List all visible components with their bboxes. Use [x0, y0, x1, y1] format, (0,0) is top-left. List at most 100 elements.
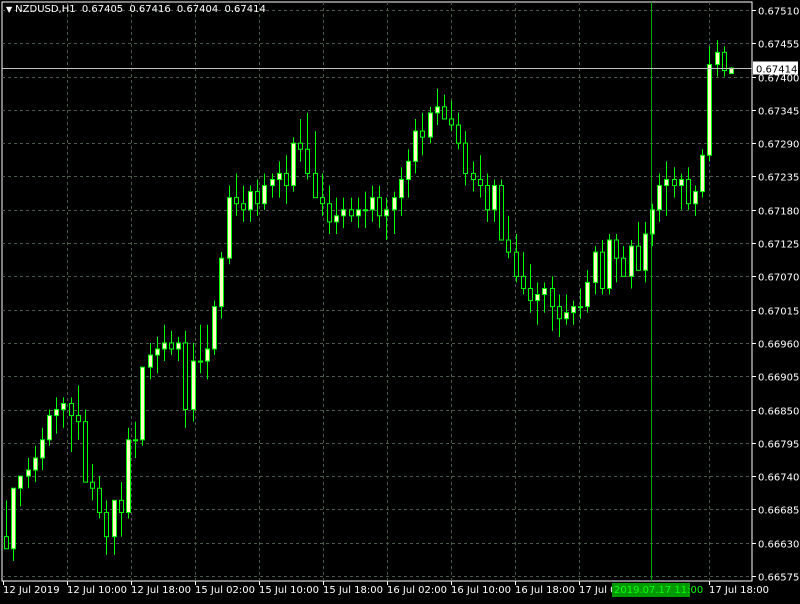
y-tick-label: 0.66850 — [758, 407, 799, 418]
candle-body — [291, 142, 296, 187]
candle-body — [528, 287, 533, 302]
plot-frame — [1, 1, 753, 582]
candle-body — [11, 487, 16, 550]
candlestick-chart[interactable]: 0.675100.674550.674000.673450.672900.672… — [0, 0, 800, 600]
candle-body — [363, 209, 368, 212]
x-tick-label: 12 Jul 18:00 — [131, 585, 191, 596]
candle-body — [162, 342, 167, 350]
y-tick-label: 0.67455 — [758, 40, 799, 51]
y-tick-label: 0.67290 — [758, 140, 799, 151]
candle-body — [313, 172, 318, 199]
y-tick-label: 0.66740 — [758, 473, 799, 484]
candle-body — [636, 245, 641, 271]
candle-body — [392, 197, 397, 211]
candle-body — [334, 215, 339, 223]
candle-body — [600, 251, 605, 289]
candle-body — [557, 306, 562, 320]
candle-body — [227, 197, 232, 259]
symbol-timeframe: NZDUSD,H1 — [15, 4, 76, 15]
candle-body — [456, 124, 461, 144]
x-tick-label: 12 Jul 2019 — [3, 585, 60, 596]
candle-body — [183, 342, 188, 411]
candle-body — [585, 281, 590, 308]
y-tick-label: 0.67180 — [758, 207, 799, 218]
candle-body — [219, 257, 224, 308]
candle-body — [83, 421, 88, 483]
chart-area[interactable]: 0.67510 0.67455 0.67400 0.67345 0.67290 0.672… — [0, 0, 800, 600]
candle-body — [284, 172, 289, 187]
candle-body — [198, 360, 203, 363]
candle-body — [40, 439, 45, 459]
symbol-header: ▼ NZDUSD,H1 0.67405 0.67416 0.67404 0.674… — [6, 4, 269, 15]
candle-body — [277, 172, 282, 180]
candle-body — [485, 185, 490, 211]
candle-body — [377, 197, 382, 217]
y-tick-label: 0.66630 — [758, 540, 799, 551]
candle-body — [205, 348, 210, 362]
candle-body — [621, 257, 626, 277]
y-tick-label: 0.66960 — [758, 340, 799, 351]
candle-body — [140, 366, 145, 441]
candle-body — [399, 178, 404, 199]
candle-body — [69, 402, 74, 417]
candle-body — [700, 154, 705, 193]
candle-body — [463, 142, 468, 174]
high-price: 0.67416 — [129, 4, 171, 15]
candle-body — [97, 487, 102, 513]
y-tick-label: 0.66795 — [758, 440, 799, 451]
candle-body — [241, 203, 246, 211]
x-tick-label: 15 Jul 02:00 — [195, 585, 255, 596]
y-tick-label: 0.67235 — [758, 173, 799, 184]
candle-body — [248, 191, 253, 211]
x-tick-label: 15 Jul 18:00 — [323, 585, 383, 596]
candle-body — [535, 294, 540, 302]
current-price-label: 0.67414 — [756, 65, 797, 76]
candle-body — [26, 469, 31, 477]
candle-body — [320, 197, 325, 205]
y-tick-label: 0.66685 — [758, 506, 799, 517]
candle-body — [506, 239, 511, 253]
candle-body — [550, 287, 555, 308]
x-tick-label: 16 Jul 10:00 — [451, 585, 511, 596]
candle-body — [341, 209, 346, 217]
candle-body — [212, 306, 217, 350]
candle-body — [428, 112, 433, 138]
candle-body — [148, 354, 153, 368]
candle-body — [356, 209, 361, 217]
candle-body — [305, 148, 310, 174]
y-tick-label: 0.67125 — [758, 240, 799, 251]
candle-body — [384, 209, 389, 217]
y-tick-label: 0.66905 — [758, 373, 799, 384]
candle-body — [471, 172, 476, 180]
candle-body — [270, 178, 275, 187]
candle-body — [499, 185, 504, 241]
candle-body — [370, 197, 375, 211]
candle-body — [521, 275, 526, 289]
candle-body — [435, 106, 440, 114]
candle-body — [133, 439, 138, 442]
x-tick-label: 16 Jul 02:00 — [387, 585, 447, 596]
candle-body — [542, 287, 547, 296]
x-tick-label: 12 Jul 10:00 — [67, 585, 127, 596]
candle-body — [18, 475, 23, 489]
candle-body — [413, 130, 418, 162]
candle-body — [420, 130, 425, 138]
y-tick-label: 0.66575 — [758, 573, 799, 584]
candle-body — [593, 251, 598, 283]
candle-body — [119, 499, 124, 513]
candle-body — [47, 415, 52, 441]
candle-body — [571, 306, 576, 314]
candle-body — [643, 233, 648, 271]
candle-body — [664, 178, 669, 187]
x-tick-label: 15 Jul 10:00 — [259, 585, 319, 596]
open-price: 0.67405 — [81, 4, 124, 15]
candle-body — [679, 178, 684, 187]
candle-body — [406, 160, 411, 180]
candle-body — [90, 481, 95, 489]
x-tick-label: 17 Jul 18:00 — [709, 585, 769, 596]
candle-body — [564, 312, 569, 320]
candle-body — [607, 239, 612, 289]
time-marker-label: 2019.07.17 11:00 — [614, 585, 703, 596]
dropdown-triangle-icon[interactable]: ▼ — [6, 5, 12, 14]
candle-body — [54, 409, 59, 417]
